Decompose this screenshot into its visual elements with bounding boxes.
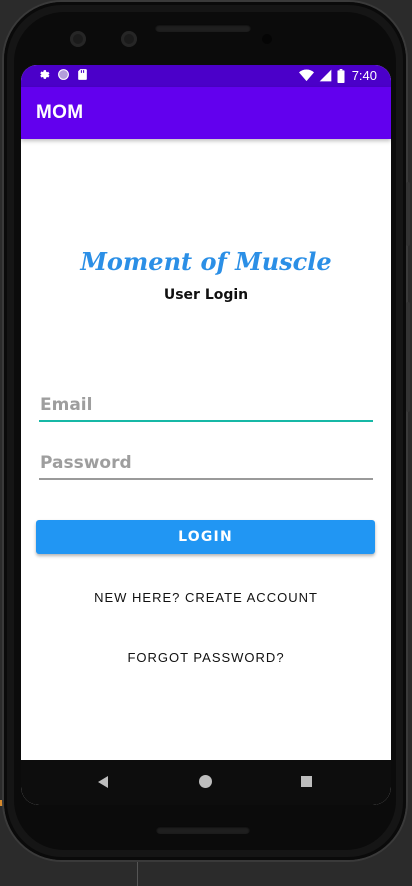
app-bar: MOM — [21, 87, 391, 139]
earpiece-speaker — [155, 24, 251, 32]
login-subtitle: User Login — [163, 287, 249, 303]
email-field[interactable] — [39, 390, 373, 422]
front-sensor-icon — [121, 31, 137, 47]
circle-icon — [58, 69, 69, 80]
sd-card-icon — [78, 69, 87, 80]
status-bar: 7:40 — [21, 65, 391, 87]
front-camera-icon — [70, 31, 86, 47]
background-divider — [137, 860, 138, 886]
bottom-speaker — [156, 826, 250, 834]
gear-icon — [40, 70, 50, 79]
create-account-button[interactable]: NEW HERE? CREATE ACCOUNT — [21, 590, 391, 605]
power-button — [406, 302, 410, 412]
device-screen: 7:40 MOM Moment of Muscle User Login LOG… — [21, 65, 391, 805]
navigation-bar — [21, 760, 391, 805]
signal-icon — [319, 69, 332, 82]
back-icon[interactable] — [98, 776, 108, 788]
home-icon[interactable] — [199, 775, 212, 788]
background-marker — [0, 800, 3, 806]
status-time: 7:40 — [351, 68, 377, 83]
login-button[interactable]: LOGIN — [36, 520, 375, 554]
battery-icon — [337, 68, 345, 83]
proximity-sensor — [262, 34, 272, 44]
volume-button — [406, 182, 410, 246]
app-title: MOM — [36, 102, 84, 123]
forgot-password-button[interactable]: FORGOT PASSWORD? — [21, 650, 391, 665]
password-field[interactable] — [39, 448, 373, 480]
status-left-icons — [37, 68, 88, 81]
brand-title: Moment of Muscle — [80, 247, 332, 276]
wifi-icon — [298, 69, 314, 82]
status-right-icons: 7:40 — [298, 68, 377, 83]
recents-icon[interactable] — [301, 776, 312, 787]
